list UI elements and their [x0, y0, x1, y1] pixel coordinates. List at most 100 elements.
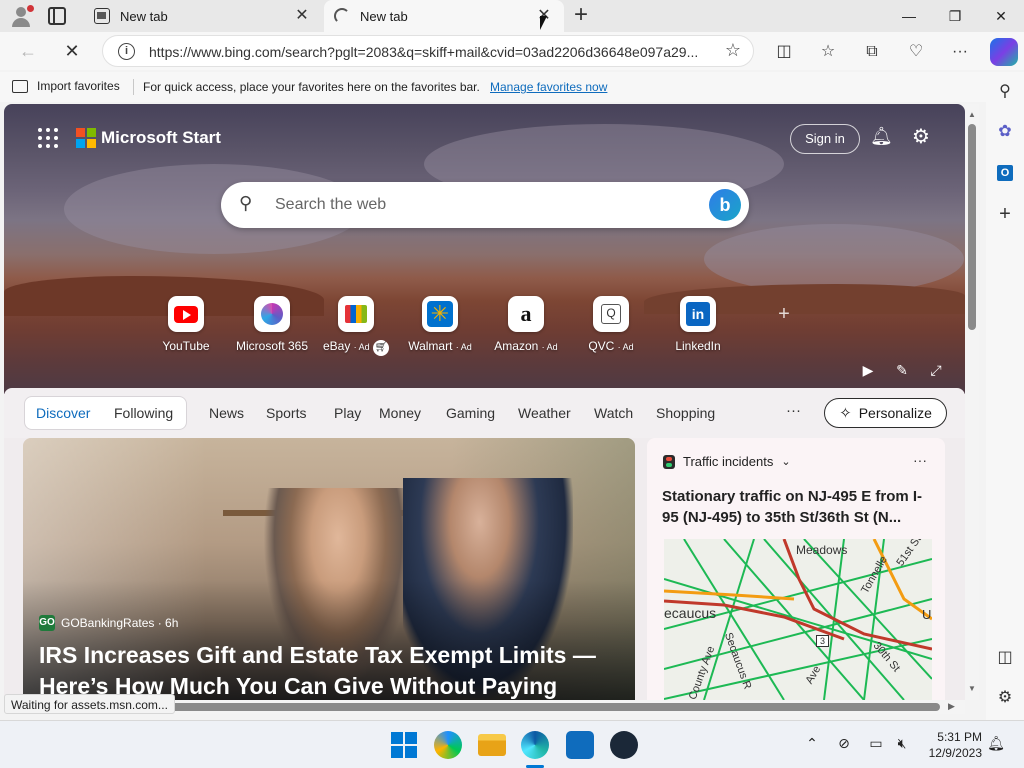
- profile-icon[interactable]: [8, 4, 34, 28]
- microsoft-logo-icon: [76, 128, 96, 148]
- minimize-button[interactable]: —: [886, 0, 932, 32]
- page-settings-gear-icon[interactable]: ⚙: [910, 126, 932, 148]
- sidebar-settings-icon[interactable]: ⚙: [993, 686, 1017, 710]
- tab-play[interactable]: Play: [334, 405, 361, 421]
- traffic-card[interactable]: Traffic incidents ⌄ ··· Stationary traff…: [647, 438, 945, 700]
- start-windows-icon[interactable]: [390, 731, 418, 759]
- ad-badge: · Ad: [455, 342, 472, 352]
- scroll-up-arrow-icon[interactable]: ▲: [967, 110, 977, 120]
- edge-icon[interactable]: [521, 731, 549, 759]
- tab-actions-icon[interactable]: [48, 7, 66, 25]
- system-clock[interactable]: 5:31 PM 12/9/2023: [924, 729, 982, 761]
- hide-sidebar-icon[interactable]: ◫: [993, 646, 1017, 670]
- outlook-icon[interactable]: O: [993, 160, 1017, 184]
- notifications-bell-icon[interactable]: 🔔︎: [870, 126, 893, 148]
- news-headline[interactable]: IRS Increases Gift and Estate Tax Exempt…: [39, 640, 619, 700]
- quick-link-label: eBay: [322, 339, 351, 353]
- quick-link-label: YouTube: [162, 339, 210, 353]
- traffic-incident-text[interactable]: Stationary traffic on NJ-495 E from I-95…: [662, 486, 934, 528]
- feed-navigation: Discover Following News Sports Play Mone…: [4, 388, 965, 438]
- copilot-icon[interactable]: [990, 38, 1018, 66]
- import-favorites-label: Import favorites: [37, 79, 120, 93]
- apps-launcher-icon[interactable]: [38, 128, 58, 148]
- news-card-featured[interactable]: GO GOBankingRates · 6h IRS Increases Gif…: [23, 438, 635, 700]
- stop-loading-button[interactable]: ✕: [58, 38, 86, 64]
- traffic-map[interactable]: Meadows ecaucus County Ave Secaucus R Av…: [664, 539, 932, 700]
- scroll-right-arrow-icon[interactable]: ▶: [948, 701, 955, 712]
- microsoft-store-icon[interactable]: [566, 731, 594, 759]
- sparkle-icon: ✧: [839, 405, 852, 422]
- tab-news[interactable]: News: [209, 405, 244, 421]
- collections-icon[interactable]: ⧉: [860, 40, 884, 64]
- restore-button[interactable]: ❐: [932, 0, 978, 32]
- import-favorites-button[interactable]: Import favorites: [12, 79, 120, 93]
- microsoft-365-icon[interactable]: ✿: [993, 120, 1017, 144]
- steam-icon[interactable]: [610, 731, 638, 759]
- tab-money[interactable]: Money: [379, 405, 421, 421]
- new-tab-button[interactable]: +: [570, 3, 592, 27]
- traffic-light-icon: [663, 454, 675, 469]
- sign-in-button[interactable]: Sign in: [790, 124, 860, 154]
- add-favorite-star-icon[interactable]: ☆: [725, 40, 741, 61]
- qvc-icon: Q: [593, 296, 629, 332]
- quick-link-label: LinkedIn: [675, 339, 721, 353]
- quick-link-ebay[interactable]: eBay · Ad 🛒︎: [314, 296, 398, 356]
- manage-favorites-link[interactable]: Manage favorites now: [490, 80, 607, 94]
- tab-shopping[interactable]: Shopping: [656, 405, 715, 421]
- background-info-icon[interactable]: ✎: [892, 360, 912, 380]
- quick-link-walmart[interactable]: ✳ Walmart · Ad: [398, 296, 482, 353]
- quick-link-linkedin[interactable]: in LinkedIn: [656, 296, 740, 353]
- address-text[interactable]: https://www.bing.com/search?pglt=2083&q=…: [149, 44, 709, 60]
- notification-bell-icon[interactable]: 🔔︎: [986, 735, 1006, 755]
- tab-discover[interactable]: Discover: [36, 405, 90, 421]
- vertical-scrollbar[interactable]: ▲ ▼: [965, 104, 979, 700]
- close-window-button[interactable]: ✕: [978, 0, 1024, 32]
- quick-link-microsoft-365[interactable]: Microsoft 365: [230, 296, 314, 353]
- quick-link-youtube[interactable]: YouTube: [144, 296, 228, 353]
- bing-chat-icon[interactable]: b: [709, 189, 741, 221]
- add-quick-link-icon[interactable]: +: [774, 304, 794, 324]
- browser-essentials-icon[interactable]: ♡: [904, 40, 928, 64]
- tab-following[interactable]: Following: [114, 405, 173, 421]
- card-more-options-icon[interactable]: ···: [913, 452, 927, 468]
- search-icon: ⚲: [239, 193, 253, 213]
- loading-spinner-icon: [334, 8, 350, 24]
- ad-badge: · Ad: [617, 342, 634, 352]
- quick-link-amazon[interactable]: a Amazon · Ad: [484, 296, 568, 353]
- quick-link-label: Microsoft 365: [235, 339, 309, 353]
- web-search-input[interactable]: [275, 194, 675, 216]
- expand-background-icon[interactable]: ⤢: [926, 360, 946, 380]
- back-button[interactable]: ←: [14, 38, 42, 64]
- close-tab-icon[interactable]: ✕: [292, 6, 312, 26]
- volume-muted-icon[interactable]: 🔇︎: [892, 735, 912, 755]
- tab-gaming[interactable]: Gaming: [446, 405, 495, 421]
- vertical-scroll-thumb[interactable]: [968, 124, 976, 330]
- favorites-icon[interactable]: ☆: [816, 40, 840, 64]
- scroll-down-arrow-icon[interactable]: ▼: [967, 684, 977, 694]
- traffic-card-title: Traffic incidents: [683, 454, 774, 469]
- address-bar[interactable]: i https://www.bing.com/search?pglt=2083&…: [102, 35, 754, 67]
- edge-beta-icon[interactable]: [434, 731, 462, 759]
- site-info-icon[interactable]: i: [118, 43, 135, 60]
- search-icon[interactable]: ⚲: [993, 80, 1017, 104]
- brand-title[interactable]: Microsoft Start: [101, 128, 221, 148]
- settings-and-more-icon[interactable]: ···: [948, 40, 972, 64]
- tab-weather[interactable]: Weather: [518, 405, 571, 421]
- add-sidebar-app-icon[interactable]: +: [993, 202, 1017, 226]
- tab-watch[interactable]: Watch: [594, 405, 633, 421]
- file-explorer-icon[interactable]: [478, 734, 506, 756]
- quick-link-qvc[interactable]: Q QVC · Ad: [569, 296, 653, 353]
- tab-new-tab-2[interactable]: New tab ✕: [324, 0, 564, 32]
- show-hidden-icons-chevron-icon[interactable]: ⌃: [802, 735, 822, 755]
- tab-sports[interactable]: Sports: [266, 405, 306, 421]
- split-screen-icon[interactable]: ◫: [772, 40, 796, 64]
- traffic-card-header[interactable]: Traffic incidents ⌄: [663, 454, 791, 469]
- more-tabs-icon[interactable]: ···: [786, 402, 801, 419]
- network-icon[interactable]: ⊘: [834, 735, 854, 755]
- walmart-icon: ✳: [422, 296, 458, 332]
- play-background-icon[interactable]: ▶: [858, 360, 878, 380]
- horizontal-scroll-thumb[interactable]: [154, 703, 940, 711]
- tab-new-tab-1[interactable]: New tab ✕: [84, 0, 322, 32]
- personalize-button[interactable]: ✧ Personalize: [824, 398, 947, 428]
- display-icon[interactable]: ▭: [866, 735, 886, 755]
